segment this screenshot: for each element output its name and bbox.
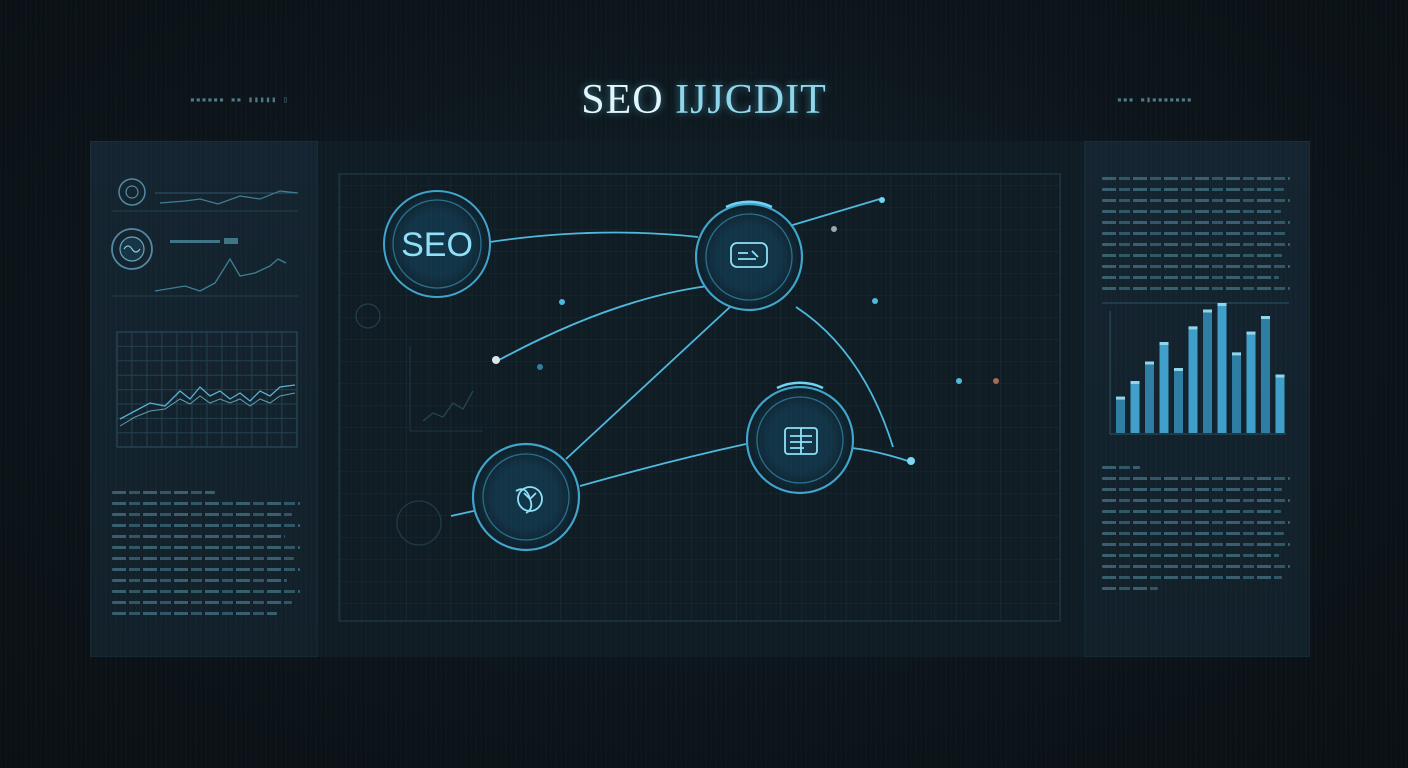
left-text-block [112,491,300,623]
seo-node-label: SEO [401,226,473,264]
bar [1275,374,1285,433]
bar-cap [1203,309,1212,313]
bar [1188,326,1198,433]
bar [1174,368,1183,433]
header-right-caption: ▪▪▪ ▪▮▪▪▪▪▪▪▪ [1117,95,1193,104]
bar-cap [1159,342,1169,345]
bar-cap [1145,361,1154,365]
bar-cap [1261,316,1270,319]
brain-icon [111,228,153,270]
bar [1116,396,1125,433]
sparkline-mid [154,257,287,292]
bar-chart [1116,303,1285,433]
bar [1232,352,1241,433]
grid-lines [117,332,297,447]
target-icon [118,178,146,206]
bar-cap [1217,303,1227,306]
bar [1217,303,1227,433]
bar-cap [1275,374,1285,378]
left-panel [90,141,318,657]
bar [1145,361,1154,433]
title-part-audit: IJJCDIT [675,77,827,123]
header-left-caption: ▪▪▪▪▪▪ ▪▪ ▮▮▮▮▮ ▯ [190,95,289,104]
seo-node[interactable]: SEO [383,190,491,298]
bar [1203,309,1212,433]
bar-cap [1116,396,1125,400]
bar-cap [1174,368,1183,371]
bar-cap [1130,381,1140,384]
bar [1246,331,1256,433]
bar-cap [1188,326,1198,330]
network-graph: SEO [338,173,1061,622]
bar-cap [1246,331,1256,335]
right-text-block-bottom [1102,466,1290,598]
bar-cap [1232,352,1241,356]
globe-chart-node[interactable] [471,442,581,552]
bar [1130,381,1140,433]
center-network-panel: SEO [318,141,1084,657]
label-dots [170,238,238,244]
bar [1261,316,1270,433]
chat-dashboard-node[interactable] [694,202,804,312]
right-panel [1084,141,1310,657]
seo-audit-dashboard: SEO IJJCDIT ▪▪▪▪▪▪ ▪▪ ▮▮▮▮▮ ▯ ▪▪▪ ▪▮▪▪▪▪… [0,0,1408,768]
report-node[interactable] [745,385,855,495]
title-part-seo: SEO [581,77,676,123]
bar [1159,342,1169,433]
